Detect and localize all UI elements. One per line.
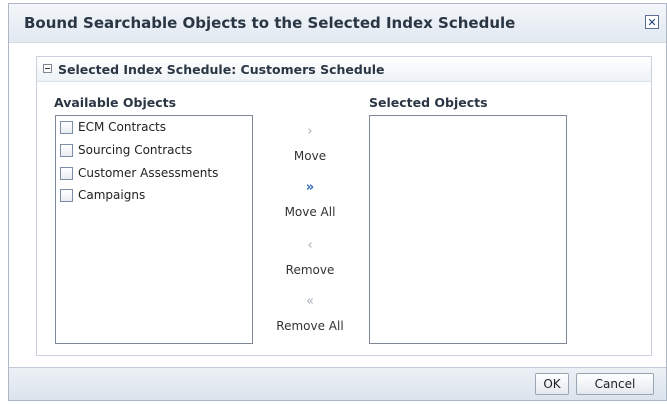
ok-button[interactable]: OK bbox=[535, 373, 569, 395]
move-button[interactable]: › Move bbox=[270, 124, 350, 164]
dialog-titlebar: Bound Searchable Objects to the Selected… bbox=[9, 4, 666, 43]
remove-all-button[interactable]: « Remove All bbox=[270, 294, 350, 334]
panel-title: Selected Index Schedule: Customers Sched… bbox=[58, 62, 385, 77]
schedule-panel: Selected Index Schedule: Customers Sched… bbox=[36, 56, 652, 356]
dialog: Bound Searchable Objects to the Selected… bbox=[8, 3, 667, 401]
selected-objects-label: Selected Objects bbox=[369, 95, 488, 110]
move-all-button[interactable]: » Move All bbox=[270, 180, 350, 220]
chevron-left-icon: ‹ bbox=[307, 238, 313, 253]
available-objects-label: Available Objects bbox=[54, 95, 177, 110]
dialog-title: Bound Searchable Objects to the Selected… bbox=[24, 14, 516, 32]
checkbox[interactable] bbox=[60, 121, 73, 134]
available-objects-list[interactable]: ECM Contracts Sourcing Contracts Custome… bbox=[55, 115, 253, 344]
dialog-body: Selected Index Schedule: Customers Sched… bbox=[9, 43, 666, 370]
cancel-button[interactable]: Cancel bbox=[576, 373, 654, 395]
checkbox[interactable] bbox=[60, 167, 73, 180]
collapse-icon[interactable] bbox=[43, 64, 52, 73]
checkbox[interactable] bbox=[60, 189, 73, 202]
dialog-footer: OK Cancel bbox=[9, 367, 666, 400]
chevron-right-icon: › bbox=[307, 124, 313, 139]
close-icon[interactable]: ✕ bbox=[645, 15, 659, 29]
panel-header: Selected Index Schedule: Customers Sched… bbox=[37, 57, 651, 82]
remove-button[interactable]: ‹ Remove bbox=[270, 238, 350, 278]
selected-objects-list[interactable] bbox=[369, 115, 567, 344]
checkbox[interactable] bbox=[60, 144, 73, 157]
double-chevron-left-icon: « bbox=[306, 294, 314, 309]
double-chevron-right-icon: » bbox=[305, 180, 315, 195]
